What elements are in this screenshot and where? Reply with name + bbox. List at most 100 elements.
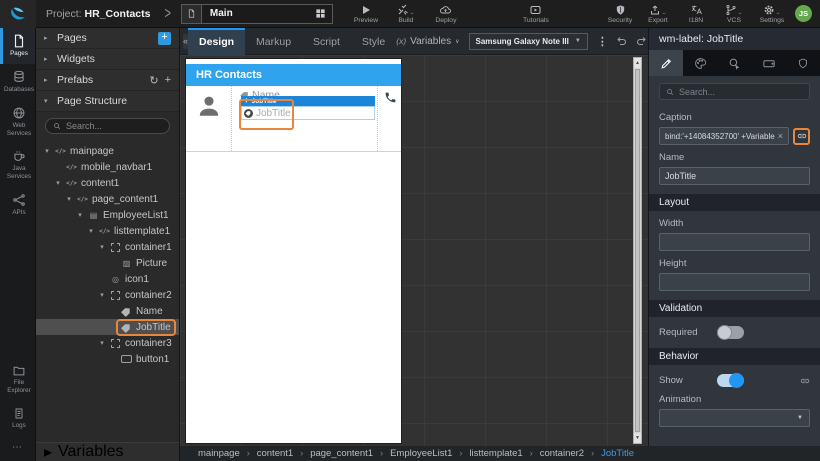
employee-list-item[interactable]: Name + JobTitle JobTitle (186, 86, 401, 152)
breadcrumb-item[interactable]: container2 (540, 448, 594, 459)
settings-button[interactable]: ⌄ Settings (755, 4, 789, 24)
clear-binding-icon[interactable]: × (778, 131, 783, 141)
page-tab-main[interactable]: Main (180, 3, 333, 24)
tree-item[interactable]: ▾ page_content1 (36, 191, 179, 207)
deploy-button[interactable]: Deploy (429, 4, 463, 24)
breadcrumb-item[interactable]: page_content1 (310, 448, 383, 459)
coffee-cup-icon (14, 151, 25, 162)
section-page-structure[interactable]: ▾ Page Structure (36, 91, 179, 112)
mobile-navbar[interactable]: HR Contacts (186, 64, 401, 86)
add-page-button[interactable]: + (158, 31, 171, 45)
call-button-widget[interactable] (378, 86, 401, 151)
section-variables[interactable]: ▸ Variables (36, 442, 179, 461)
name-input[interactable]: JobTitle (659, 167, 810, 185)
export-button[interactable]: ⌄ Export (641, 4, 675, 24)
rail-item-databases[interactable]: Databases (0, 64, 35, 100)
more-options-button[interactable]: ⋮ (597, 35, 608, 48)
refresh-icon[interactable]: ↻ (149, 74, 158, 87)
bind-show-button[interactable] (800, 376, 810, 386)
tree-item[interactable]: ▾ Picture (36, 255, 179, 271)
picture-widget[interactable] (186, 86, 232, 151)
security-button[interactable]: Security (603, 4, 637, 24)
breadcrumb-item[interactable]: listtemplate1 (469, 448, 532, 459)
user-avatar[interactable]: JS (795, 5, 812, 22)
canvas-mode-tab[interactable]: Style (351, 28, 396, 55)
widget-type-icon (121, 355, 132, 363)
tab-styles[interactable] (683, 50, 717, 76)
width-input[interactable] (659, 233, 810, 251)
tree-item[interactable]: ▾ listtemplate1 (36, 223, 179, 239)
scroll-down-arrow[interactable]: ▼ (634, 433, 641, 443)
add-prefab-button[interactable]: + (165, 74, 171, 86)
tab-device[interactable] (752, 50, 786, 76)
tree-item[interactable]: ▾ button1 (36, 351, 179, 367)
shield-outline-icon (798, 58, 807, 68)
scrollbar-thumb[interactable] (635, 69, 640, 432)
build-button[interactable]: ⌄ Build (389, 4, 423, 24)
i18n-button[interactable]: I18N (679, 4, 713, 24)
widget-type-icon (110, 275, 121, 284)
palette-icon (695, 57, 706, 69)
video-icon (530, 5, 541, 14)
pages-grid-icon[interactable] (310, 8, 332, 19)
rail-overflow-button[interactable]: ⋯ (0, 436, 35, 461)
tree-item[interactable]: ▾ mobile_navbar1 (36, 159, 179, 175)
tree-search-input[interactable]: Search... (45, 118, 170, 134)
bind-property-button[interactable] (793, 127, 810, 145)
tab-events[interactable] (717, 50, 751, 76)
required-label: Required (659, 327, 698, 338)
tree-item[interactable]: ▾ Name (36, 303, 179, 319)
section-prefabs[interactable]: ▸ Prefabs ↻ + (36, 70, 179, 91)
jobtitle-widget-selected[interactable]: JobTitle (241, 106, 375, 120)
tutorials-button[interactable]: Tutorials (519, 4, 553, 24)
height-input[interactable] (659, 273, 810, 291)
rail-item-web-services[interactable]: Web Services (0, 100, 35, 144)
variables-dropdown[interactable]: (x) Variables ∨ (396, 36, 459, 47)
breadcrumb-item[interactable]: content1 (257, 448, 303, 459)
tree-item[interactable]: ▾ mainpage (36, 143, 179, 159)
tab-security[interactable] (786, 50, 820, 76)
redo-button[interactable] (635, 35, 648, 47)
vcs-button[interactable]: ⌄ VCS (717, 4, 751, 24)
tab-properties[interactable] (649, 50, 684, 76)
tree-item[interactable]: ▾ icon1 (36, 271, 179, 287)
breadcrumb-item[interactable]: mainpage (198, 448, 250, 459)
project-breadcrumb: Project: HR_Contacts (46, 7, 151, 20)
caption-input[interactable]: bind:'+14084352700' +Variables.HrdbE × (659, 127, 789, 145)
tree-item[interactable]: ▾ JobTitle (36, 318, 179, 336)
rail-item-java-services[interactable]: Java Services (0, 143, 35, 187)
scroll-up-arrow[interactable]: ▲ (634, 58, 641, 68)
rail-item-pages[interactable]: Pages (0, 28, 35, 64)
rail-item-file-explorer[interactable]: File Explorer (0, 358, 35, 401)
design-canvas[interactable]: HR Contacts Name + JobTitle JobTitle ▲ ▼ (180, 55, 648, 446)
required-toggle[interactable] (717, 325, 744, 340)
rail-item-logs[interactable]: Logs (0, 401, 35, 436)
widget-type-icon (88, 211, 99, 220)
canvas-mode-tab[interactable]: Markup (245, 28, 302, 55)
breadcrumb-item[interactable]: EmployeeList1 (390, 448, 462, 459)
tree-item[interactable]: ▾ container1 (36, 239, 179, 255)
wavemaker-studio: Project: HR_Contacts > Main Preview ⌄ Bu… (0, 0, 820, 461)
pages-icon (14, 34, 24, 48)
tree-item[interactable]: ▾ EmployeeList1 (36, 207, 179, 223)
tree-item[interactable]: ▾ container3 (36, 335, 179, 351)
canvas-mode-tab[interactable]: Design (188, 27, 246, 55)
container2-widget[interactable]: Name + JobTitle JobTitle (232, 86, 378, 151)
canvas-vertical-scrollbar[interactable]: ▲ ▼ (633, 57, 642, 444)
tree-item[interactable]: ▾ content1 (36, 175, 179, 191)
show-toggle[interactable] (717, 373, 744, 388)
section-pages[interactable]: ▸ Pages + (36, 28, 179, 49)
animation-select[interactable]: ▼ (659, 409, 810, 427)
tree-item[interactable]: ▾ container2 (36, 287, 179, 303)
wavemaker-logo[interactable] (0, 0, 36, 28)
properties-search-input[interactable]: Search... (659, 83, 810, 100)
jobtitle-drag-handle[interactable]: + JobTitle (241, 96, 375, 106)
undo-button[interactable] (615, 35, 628, 47)
cloud-upload-icon (440, 5, 452, 13)
breadcrumb-item[interactable]: JobTitle (601, 448, 634, 459)
section-widgets[interactable]: ▸ Widgets (36, 49, 179, 70)
rail-item-apis[interactable]: APIs (0, 187, 35, 223)
device-select[interactable]: Samsung Galaxy Note III ▼ (468, 32, 588, 50)
canvas-mode-tab[interactable]: Script (302, 28, 351, 55)
preview-button[interactable]: Preview (349, 4, 383, 24)
